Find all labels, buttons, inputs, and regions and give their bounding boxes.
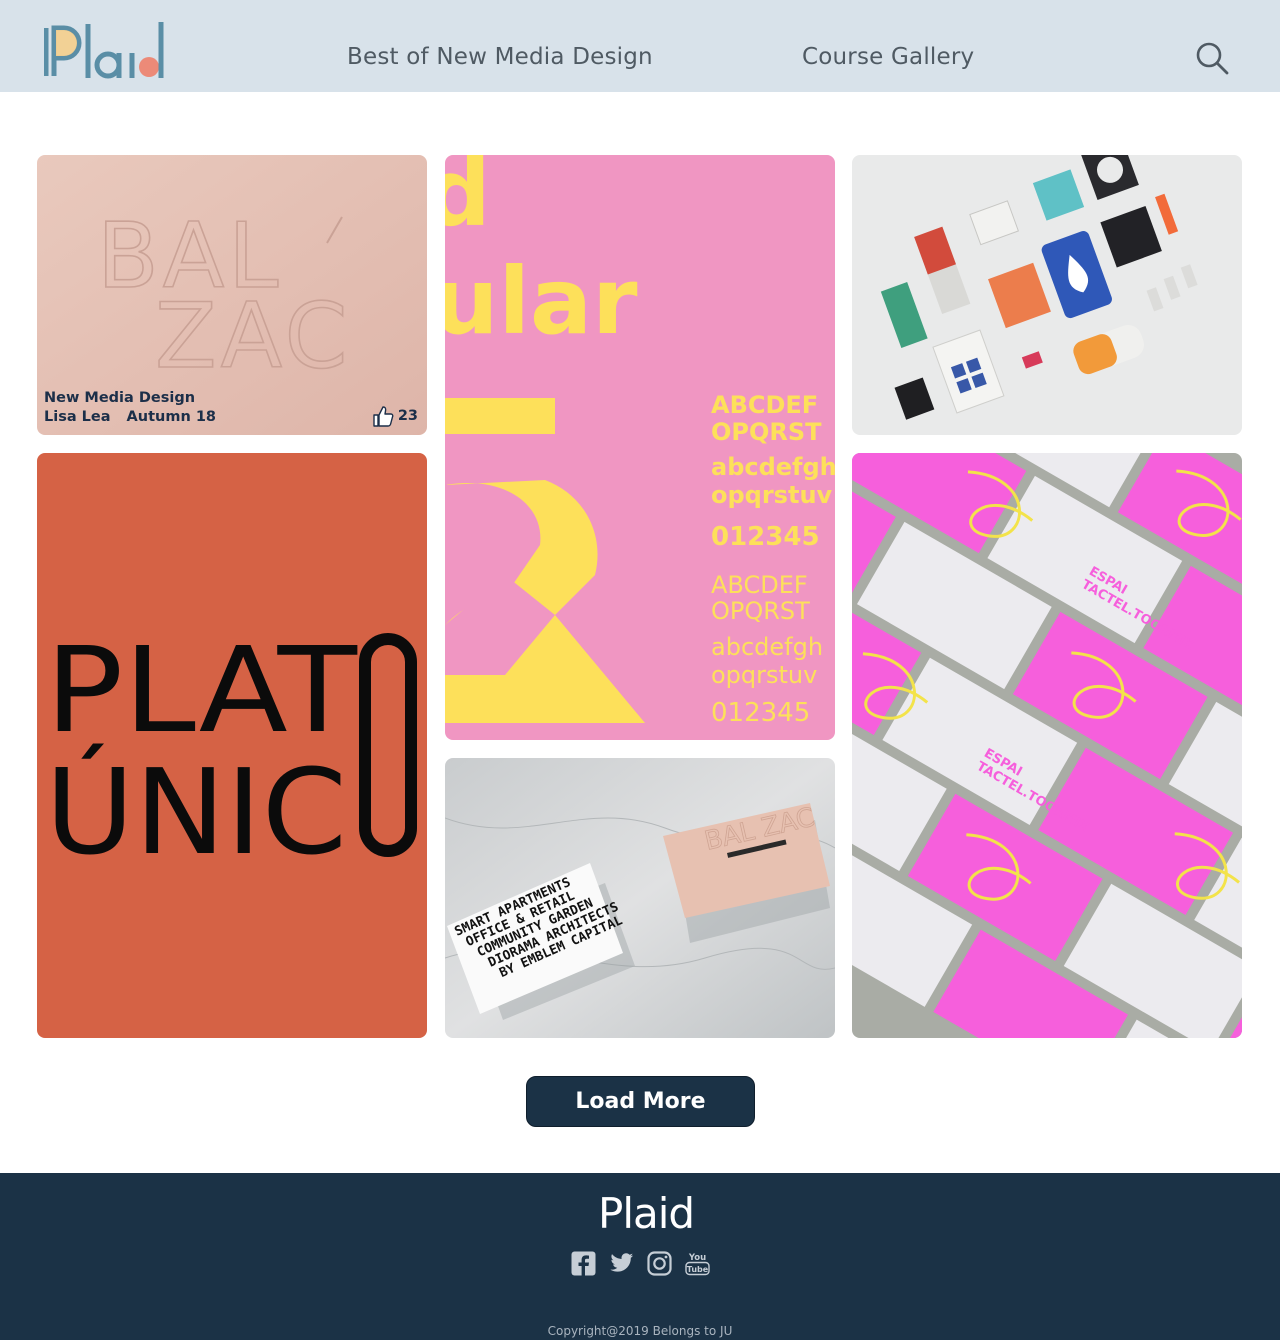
footer-logo[interactable]: Plaid (598, 1189, 695, 1238)
artwork-text: ZAC (155, 284, 351, 389)
card-info: New Media Design Lisa Lea Autumn 18 (44, 389, 216, 427)
gallery-card-packaging[interactable] (852, 155, 1242, 435)
facebook-icon[interactable] (571, 1251, 596, 1276)
gallery-card-platonico[interactable]: PLAT ÚNIC (37, 453, 427, 1038)
artwork-text: OPQRST (711, 418, 822, 446)
artwork-text: abcdefgh (711, 633, 823, 661)
search-icon[interactable] (1194, 40, 1230, 76)
artwork-text: 012345 (711, 522, 820, 552)
artwork-text: ABCDEF (711, 571, 808, 599)
nav-best-of-new-media-design[interactable]: Best of New Media Design (347, 44, 653, 70)
card-term: Autumn 18 (126, 409, 217, 425)
card-image-platonico: PLAT ÚNIC (37, 453, 427, 1038)
card-image-espai-tactel: ESPAI TACTEL.TOORMIX ESPAI TACTEL.TOORMI… (852, 453, 1242, 1038)
thumbs-up-icon (373, 406, 394, 427)
youtube-icon[interactable]: You Tube (685, 1251, 710, 1276)
instagram-icon[interactable] (647, 1251, 672, 1276)
card-author: Lisa Lea (44, 409, 111, 425)
like-button[interactable]: 23 (372, 405, 418, 427)
artwork-text: OPQRST (711, 597, 810, 625)
load-more-button[interactable]: Load More (526, 1076, 755, 1127)
artwork-text: abcdefgh (711, 453, 835, 481)
gallery-card-espai-tactel[interactable]: ESPAI TACTEL.TOORMIX ESPAI TACTEL.TOORMI… (852, 453, 1242, 1038)
artwork-text: opqrstuv (711, 661, 817, 689)
youtube-text: You (688, 1253, 706, 1263)
nav-course-gallery[interactable]: Course Gallery (802, 44, 974, 70)
card-image-packaging (852, 155, 1242, 435)
card-course: New Media Design (44, 390, 196, 406)
youtube-text: Tube (687, 1265, 709, 1274)
artwork-text: ABCDEF (711, 391, 818, 419)
artwork-text: PLAT (45, 621, 358, 759)
site-footer: Plaid You Tube Copyright@2019 Belongs to… (0, 1173, 1280, 1340)
artwork-text: d (445, 155, 491, 247)
card-image-business-cards: SMART APARTMENTS OFFICE & RETAIL COMMUNI… (445, 758, 835, 1038)
twitter-icon[interactable] (609, 1251, 634, 1276)
copyright-text: Copyright@2019 Belongs to JU (547, 1324, 733, 1338)
social-links: You Tube (571, 1251, 710, 1276)
artwork-text: ular (445, 248, 638, 355)
like-count: 23 (397, 408, 418, 424)
card-image-typeface: d ular ABCDEF OPQRST abcdefgh opqrstuv 0… (445, 155, 835, 740)
gallery-card-balzac[interactable]: BAL ZAC New Media Design Lisa Lea Autumn … (37, 155, 427, 435)
artwork-text: 012345 (711, 698, 810, 728)
gallery-card-typeface-specimen[interactable]: d ular ABCDEF OPQRST abcdefgh opqrstuv 0… (445, 155, 835, 740)
artwork-text: ÚNIC (45, 743, 347, 881)
gallery-card-business-cards[interactable]: SMART APARTMENTS OFFICE & RETAIL COMMUNI… (445, 758, 835, 1038)
artwork-text: opqrstuv (711, 481, 833, 509)
plaid-logo[interactable] (44, 20, 168, 82)
site-header: Best of New Media Design Course Gallery (0, 0, 1280, 92)
